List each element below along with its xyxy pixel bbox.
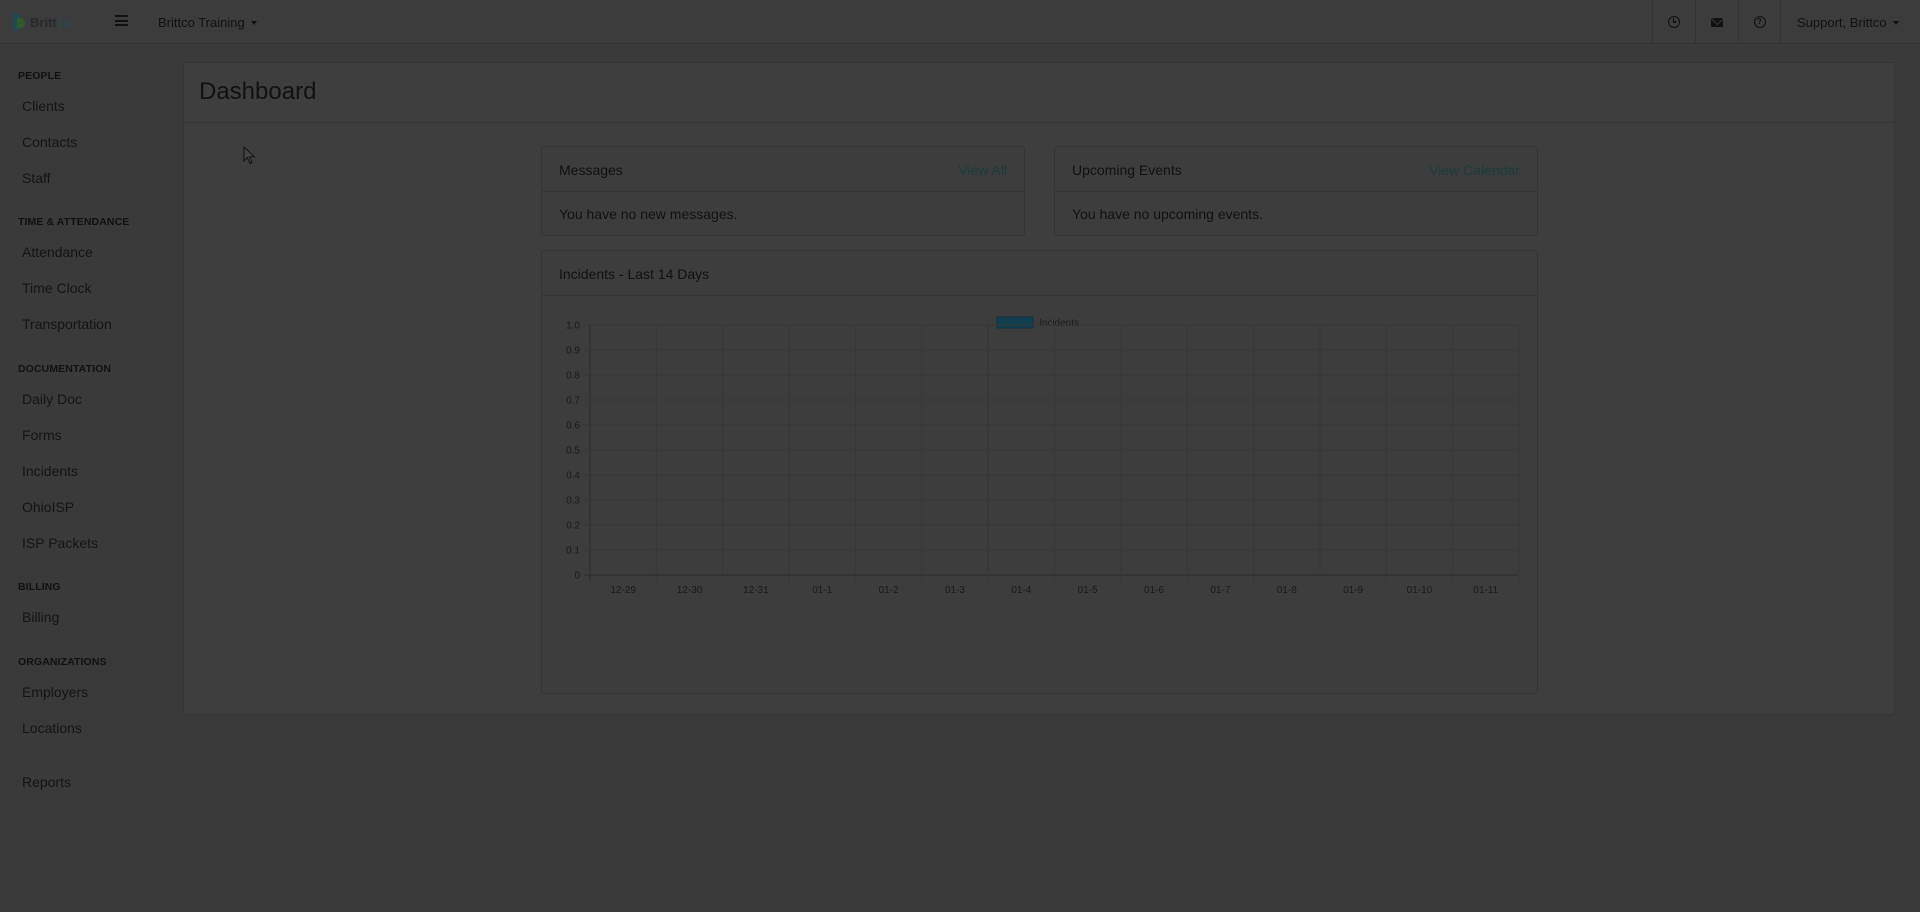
legend-label: Incidents [1039, 318, 1079, 329]
x-tick-label: 01-5 [1078, 585, 1098, 596]
clock-icon [1668, 16, 1680, 28]
caret-down-icon [250, 21, 257, 25]
y-tick-label: 0.7 [566, 396, 580, 407]
y-tick-label: 0.1 [566, 546, 580, 557]
x-tick-label: 01-1 [812, 585, 832, 596]
events-card-header: Upcoming Events View Calendar [1055, 147, 1537, 192]
sidebar-heading-organizations: ORGANIZATIONS [18, 656, 107, 668]
sidebar-item-transportation[interactable]: Transportation [22, 316, 112, 332]
events-empty-text: You have no upcoming events. [1072, 206, 1263, 222]
y-tick-label: 0.4 [566, 471, 580, 482]
sidebar-heading-time-attendance: TIME & ATTENDANCE [18, 216, 130, 228]
sidebar-item-employers[interactable]: Employers [22, 684, 88, 700]
x-tick-label: 01-8 [1277, 585, 1297, 596]
x-tick-label: 12-31 [743, 585, 769, 596]
sidebar-item-ohioisp[interactable]: OhioISP [22, 499, 74, 515]
sidebar-item-clients[interactable]: Clients [22, 98, 65, 114]
main-panel: Dashboard Messages View All You have no … [183, 62, 1895, 715]
sidebar-item-forms[interactable]: Forms [22, 427, 62, 443]
sidebar-item-incidents[interactable]: Incidents [22, 463, 78, 479]
page-header: Dashboard [184, 63, 1894, 123]
sidebar-item-reports[interactable]: Reports [22, 774, 71, 790]
events-card: Upcoming Events View Calendar You have n… [1054, 146, 1538, 236]
sidebar: PEOPLE Clients Contacts Staff TIME & ATT… [0, 44, 183, 912]
y-tick-label: 0.8 [566, 371, 580, 382]
sidebar-item-staff[interactable]: Staff [22, 170, 51, 186]
user-menu-dropdown[interactable]: Support, Brittco [1797, 15, 1899, 30]
x-tick-label: 01-7 [1210, 585, 1230, 596]
messages-title: Messages [559, 162, 623, 178]
x-tick-label: 12-29 [610, 585, 636, 596]
y-tick-label: 0.3 [566, 496, 580, 507]
x-tick-label: 01-9 [1343, 585, 1363, 596]
menu-toggle-icon[interactable] [115, 15, 128, 26]
user-name: Support, Brittco [1797, 15, 1887, 30]
brittco-logo[interactable]: Brittco [13, 12, 70, 32]
organization-dropdown[interactable]: Brittco Training [158, 15, 257, 30]
sidebar-item-contacts[interactable]: Contacts [22, 134, 77, 150]
view-all-link[interactable]: View All [958, 162, 1007, 178]
sidebar-heading-billing: BILLING [18, 581, 61, 593]
incidents-chart-title: Incidents - Last 14 Days [559, 266, 710, 282]
y-tick-label: 0.6 [566, 421, 580, 432]
x-tick-label: 12-30 [677, 585, 703, 596]
organization-label: Brittco Training [158, 15, 245, 30]
page-title: Dashboard [199, 78, 317, 105]
logo-text: Brittco [30, 14, 71, 30]
sidebar-item-daily-doc[interactable]: Daily Doc [22, 391, 82, 407]
sidebar-item-locations[interactable]: Locations [22, 720, 82, 736]
y-tick-label: 0.9 [566, 346, 580, 357]
y-tick-label: 0 [574, 571, 580, 582]
events-title: Upcoming Events [1072, 162, 1182, 178]
mouse-cursor-icon [243, 146, 256, 165]
x-tick-label: 01-4 [1011, 585, 1031, 596]
y-tick-label: 1.0 [566, 321, 580, 332]
x-tick-label: 01-6 [1144, 585, 1164, 596]
sidebar-heading-people: PEOPLE [18, 70, 62, 82]
messages-empty-text: You have no new messages. [559, 206, 738, 222]
mail-icon [1711, 17, 1723, 27]
view-calendar-link[interactable]: View Calendar [1429, 162, 1520, 178]
sidebar-item-billing[interactable]: Billing [22, 609, 59, 625]
sidebar-heading-documentation: DOCUMENTATION [18, 363, 112, 375]
messages-card: Messages View All You have no new messag… [541, 146, 1025, 236]
help-icon: ? [1753, 16, 1766, 28]
sidebar-item-time-clock[interactable]: Time Clock [22, 280, 92, 296]
y-tick-label: 0.2 [566, 521, 580, 532]
top-icon-group: ? [1652, 0, 1781, 44]
incidents-chart-card: Incidents - Last 14 Days Incidents 0 0.1 0.… [541, 250, 1538, 694]
x-tick-label: 01-2 [879, 585, 899, 596]
incidents-chart: Incidents 0 0.1 0.2 0.3 0.4 0.5 0.6 0.7 0.8 0.9 1.0… [566, 316, 1520, 596]
incidents-card-header: Incidents - Last 14 Days [542, 251, 1537, 296]
logo-mark [13, 13, 27, 31]
sidebar-item-attendance[interactable]: Attendance [22, 244, 93, 260]
caret-down-icon [1892, 21, 1899, 25]
x-tick-label: 01-3 [945, 585, 965, 596]
x-tick-label: 01-11 [1473, 585, 1498, 596]
legend-swatch [996, 316, 1034, 329]
x-tick-label: 01-10 [1407, 585, 1433, 596]
top-navbar: Brittco Brittco Training ? Support, Brit… [0, 0, 1920, 44]
history-button[interactable] [1652, 0, 1695, 44]
messages-button[interactable] [1695, 0, 1738, 44]
help-button[interactable]: ? [1738, 0, 1781, 44]
sidebar-item-isp-packets[interactable]: ISP Packets [22, 535, 98, 551]
messages-card-header: Messages View All [542, 147, 1024, 192]
y-tick-label: 0.5 [566, 446, 580, 457]
